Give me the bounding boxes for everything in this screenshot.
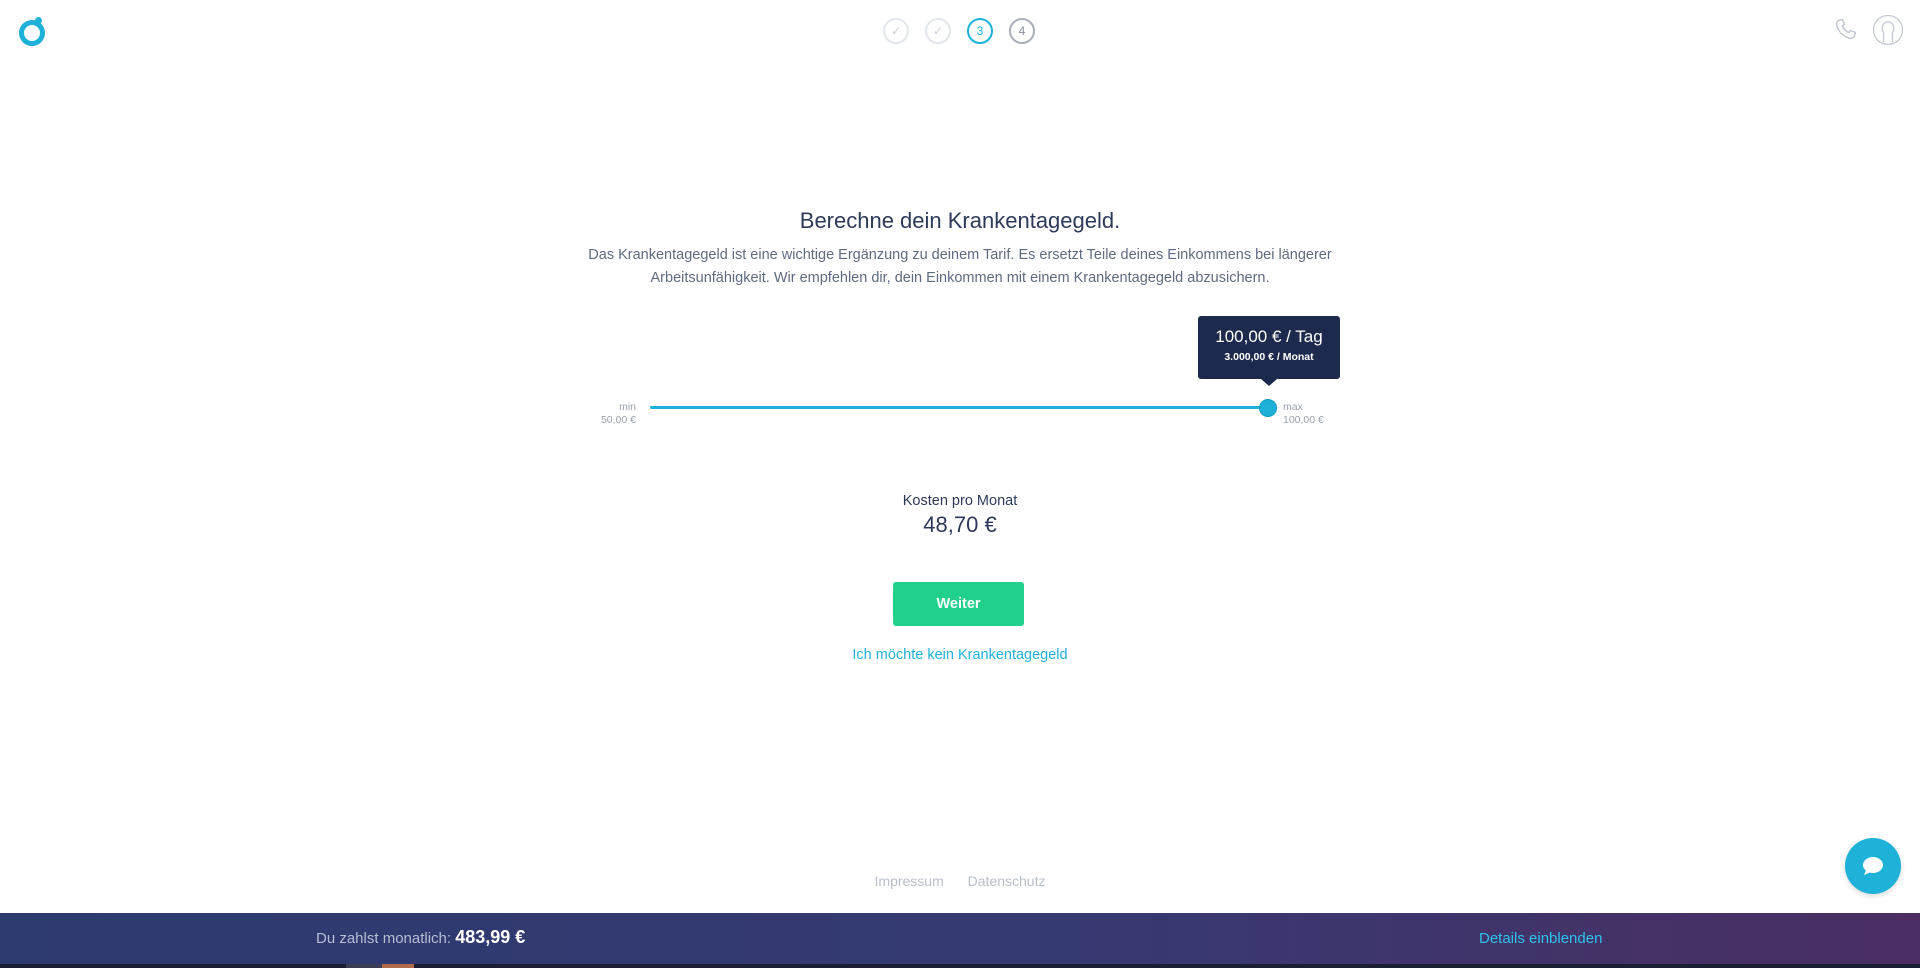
monthly-payment: Du zahlst monatlich: 483,99 €	[316, 927, 525, 948]
strip-segment	[382, 964, 414, 968]
max-value: 100,00 €	[1283, 414, 1324, 426]
chat-bubble-icon	[1863, 857, 1883, 875]
logo-dot	[35, 17, 42, 24]
slider-max-label: max 100,00 €	[1283, 401, 1324, 427]
progress-steps: ✓ ✓ 3 4	[883, 18, 1035, 44]
strip-segment	[346, 964, 382, 968]
daily-allowance-slider: 100,00 € / Tag 3.000,00 € / Monat min 50…	[585, 314, 1345, 434]
decline-link[interactable]: Ich möchte kein Krankentagegeld	[760, 647, 1160, 663]
description-line-1: Das Krankentagegeld ist eine wichtige Er…	[588, 247, 1332, 263]
tooltip-day-amount: 100,00 € / Tag	[1215, 327, 1323, 346]
brand-logo[interactable]	[18, 17, 46, 46]
payment-label: Du zahlst monatlich:	[316, 930, 452, 947]
cost-value: 48,70 €	[923, 512, 997, 537]
phone-icon[interactable]	[1830, 14, 1862, 46]
step-1[interactable]: ✓	[883, 18, 909, 44]
max-text: max	[1283, 401, 1303, 413]
datenschutz-link[interactable]: Datenschutz	[968, 873, 1046, 889]
continue-button[interactable]: Weiter	[893, 582, 1024, 626]
min-text: min	[619, 401, 636, 413]
header-actions	[1830, 14, 1904, 46]
slider-thumb[interactable]	[1259, 399, 1277, 417]
slider-tooltip: 100,00 € / Tag 3.000,00 € / Monat	[1198, 316, 1340, 386]
page-description: Das Krankentagegeld ist eine wichtige Er…	[560, 244, 1360, 290]
step-4: 4	[1009, 18, 1035, 44]
tooltip-month-amount: 3.000,00 € / Monat	[1224, 351, 1314, 363]
chat-button[interactable]	[1845, 838, 1901, 894]
price-summary-bar: Du zahlst monatlich: 483,99 € Details ei…	[0, 913, 1920, 968]
step-3: 3	[967, 18, 993, 44]
details-toggle-link[interactable]: Details einblenden	[1479, 930, 1602, 947]
step-2[interactable]: ✓	[925, 18, 951, 44]
slider-min-label: min 50,00 €	[585, 401, 636, 427]
payment-value: 483,99 €	[455, 927, 526, 947]
bottom-strip	[0, 964, 1920, 968]
intro-section: Berechne dein Krankentagegeld. Das Krank…	[560, 208, 1360, 290]
monthly-cost: Kosten pro Monat 48,70 €	[760, 493, 1160, 538]
impressum-link[interactable]: Impressum	[875, 873, 944, 889]
user-icon[interactable]	[1872, 14, 1904, 46]
slider-track[interactable]	[650, 406, 1270, 409]
min-value: 50,00 €	[600, 414, 636, 426]
description-line-2: Arbeitsunfähigkeit. Wir empfehlen dir, d…	[650, 270, 1270, 286]
footer-links: Impressum Datenschutz	[0, 873, 1920, 889]
logo-ring	[19, 20, 45, 46]
page-title: Berechne dein Krankentagegeld.	[799, 208, 1121, 233]
cost-label: Kosten pro Monat	[902, 493, 1018, 509]
